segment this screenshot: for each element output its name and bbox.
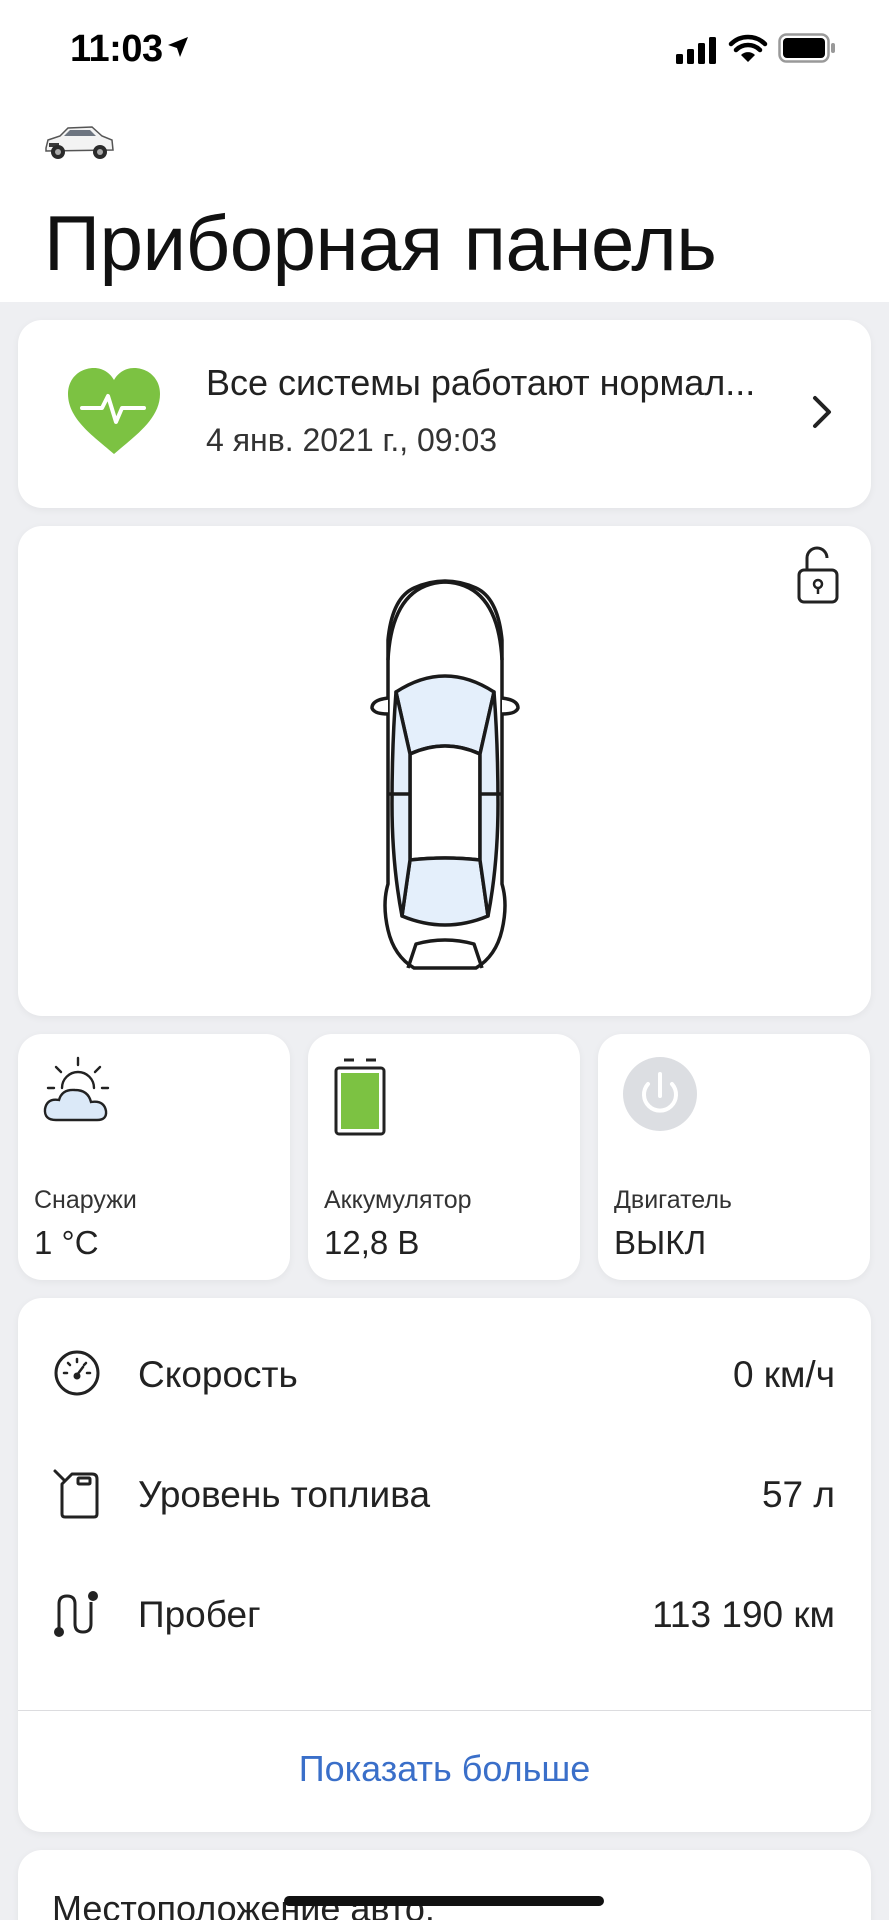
unlocked-padlock-icon[interactable] (795, 544, 841, 606)
health-status-title: Все системы работают нормал... (206, 362, 756, 403)
divider (18, 1710, 871, 1711)
speedometer-icon (54, 1350, 100, 1396)
wifi-icon (728, 34, 768, 62)
vehicle-stats-card: Скорость 0 км/ч Уровень топлива 57 л Про… (18, 1298, 871, 1832)
location-arrow-icon (168, 37, 188, 57)
vehicle-overview-card (18, 526, 871, 1016)
home-indicator[interactable] (284, 1896, 604, 1906)
header-area: 11:03 Приборная панель (0, 0, 889, 302)
fuel-label: Уровень топлива (138, 1474, 431, 1515)
vehicle-location-card[interactable]: Местоположение авто. (18, 1850, 871, 1920)
chevron-right-icon (813, 396, 831, 428)
partly-cloudy-icon (43, 1056, 110, 1122)
car-top-view[interactable] (352, 564, 538, 974)
stat-row-speed[interactable]: Скорость 0 км/ч (18, 1334, 871, 1414)
heart-pulse-icon (68, 368, 160, 454)
power-icon (623, 1057, 697, 1131)
speed-value: 0 км/ч (732, 1354, 835, 1395)
engine-value: ВЫКЛ (614, 1224, 707, 1261)
fuel-can-icon (53, 1469, 99, 1519)
page-title: Приборная панель (44, 199, 717, 287)
engine-label: Двигатель (614, 1186, 732, 1214)
stat-row-mileage[interactable]: Пробег 113 190 км (18, 1574, 871, 1654)
mileage-label: Пробег (138, 1594, 261, 1635)
stat-row-fuel[interactable]: Уровень топлива 57 л (18, 1454, 871, 1534)
speed-label: Скорость (138, 1354, 298, 1395)
outside-temperature-tile[interactable]: Снаружи 1 °C (18, 1034, 290, 1280)
battery-full-icon (334, 1058, 386, 1136)
route-icon (54, 1591, 98, 1637)
health-status-card[interactable]: Все системы работают нормал... 4 янв. 20… (18, 320, 871, 508)
status-bar: 11:03 (0, 0, 889, 100)
outside-label: Снаружи (34, 1186, 137, 1214)
outside-value: 1 °C (34, 1224, 99, 1261)
car-thumbnail-icon[interactable] (40, 120, 116, 164)
fuel-value: 57 л (761, 1474, 835, 1515)
status-time: 11:03 (70, 28, 163, 70)
battery-tile[interactable]: Аккумулятор 12,8 В (308, 1034, 580, 1280)
battery-value: 12,8 В (324, 1224, 420, 1261)
cellular-signal-icon (676, 37, 716, 64)
battery-icon (778, 33, 835, 63)
battery-label: Аккумулятор (324, 1186, 472, 1214)
show-more-link[interactable]: Показать больше (18, 1748, 871, 1790)
mileage-value: 113 190 км (652, 1594, 835, 1635)
health-status-timestamp: 4 янв. 2021 г., 09:03 (206, 422, 498, 458)
engine-tile[interactable]: Двигатель ВЫКЛ (598, 1034, 870, 1280)
